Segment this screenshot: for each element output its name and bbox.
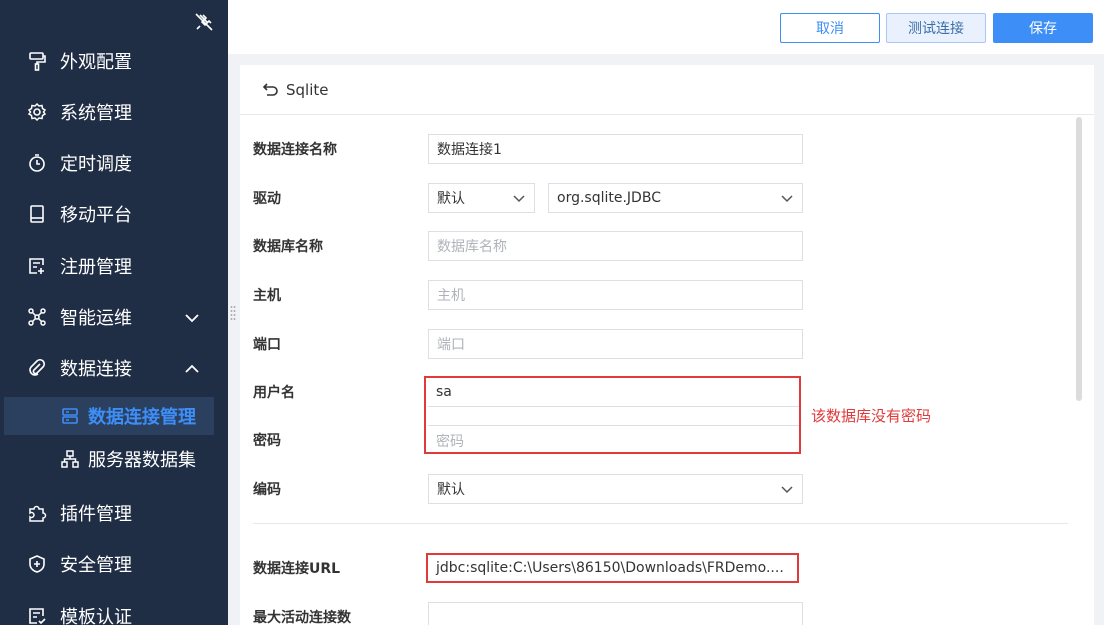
sidebar-item-ops[interactable]: 智能运维 bbox=[0, 297, 228, 337]
driver-mode-select[interactable]: 默认 bbox=[428, 183, 535, 213]
db-name-input[interactable]: 数据库名称 bbox=[428, 231, 803, 261]
host-label: 主机 bbox=[253, 288, 281, 304]
sidebar-item-security[interactable]: 安全管理 bbox=[0, 544, 228, 584]
link-icon bbox=[26, 357, 48, 379]
chevron-up-icon bbox=[185, 364, 199, 373]
paint-roller-icon bbox=[26, 50, 48, 72]
save-button[interactable]: 保存 bbox=[993, 13, 1093, 43]
max-active-input[interactable] bbox=[428, 602, 803, 625]
sidebar: 外观配置 系统管理 定时调度 移动平台 注册管理 智能运维 数据连接 数据连接管… bbox=[0, 0, 228, 625]
connection-form-panel: Sqlite 数据连接名称 数据连接1 驱动 默认 org.sqlite.JDB… bbox=[240, 65, 1094, 625]
driver-label: 驱动 bbox=[253, 191, 281, 207]
password-label: 密码 bbox=[253, 433, 281, 449]
sidebar-item-label: 模板认证 bbox=[60, 607, 132, 625]
resize-handle[interactable] bbox=[230, 305, 236, 321]
panel-header: Sqlite bbox=[240, 65, 1094, 115]
unpin-icon[interactable] bbox=[194, 12, 214, 32]
encoding-label: 编码 bbox=[253, 482, 281, 498]
driver-class-value: org.sqlite.JDBC bbox=[557, 190, 661, 206]
sidebar-item-label: 定时调度 bbox=[60, 154, 132, 175]
sidebar-subitem-label: 服务器数据集 bbox=[88, 450, 196, 471]
max-active-label: 最大活动连接数 bbox=[253, 610, 351, 625]
sidebar-item-label: 移动平台 bbox=[60, 205, 132, 226]
test-connection-button[interactable]: 测试连接 bbox=[886, 13, 986, 43]
url-input[interactable]: jdbc:sqlite:C:\Users\86150\Downloads\FRD… bbox=[426, 553, 799, 583]
sidebar-item-mobile[interactable]: 移动平台 bbox=[0, 194, 228, 234]
stopwatch-icon bbox=[26, 152, 48, 174]
sidebar-item-schedule[interactable]: 定时调度 bbox=[0, 143, 228, 183]
driver-class-select[interactable]: org.sqlite.JDBC bbox=[548, 183, 803, 213]
sidebar-subitem-data-connection-manage[interactable]: 数据连接管理 bbox=[4, 397, 214, 435]
chevron-down-icon bbox=[185, 314, 199, 323]
sidebar-item-template-auth[interactable]: 模板认证 bbox=[0, 596, 228, 625]
driver-mode-value: 默认 bbox=[437, 191, 465, 207]
db-name-label: 数据库名称 bbox=[253, 239, 323, 255]
back-icon[interactable] bbox=[262, 81, 280, 99]
server-dataset-icon bbox=[60, 449, 80, 469]
encoding-select[interactable]: 默认 bbox=[428, 474, 803, 504]
network-icon bbox=[26, 306, 48, 328]
sidebar-item-label: 智能运维 bbox=[60, 308, 132, 329]
port-input[interactable]: 端口 bbox=[428, 329, 803, 359]
sidebar-item-register[interactable]: 注册管理 bbox=[0, 246, 228, 286]
url-label: 数据连接URL bbox=[253, 561, 341, 577]
gear-icon bbox=[26, 101, 48, 123]
conn-name-label: 数据连接名称 bbox=[253, 142, 337, 158]
annotation-no-password: 该数据库没有密码 bbox=[811, 407, 932, 425]
register-icon bbox=[26, 255, 48, 277]
sidebar-item-label: 插件管理 bbox=[60, 504, 132, 525]
panel-title: Sqlite bbox=[286, 80, 329, 99]
host-input[interactable]: 主机 bbox=[428, 280, 803, 310]
sidebar-subitem-label: 数据连接管理 bbox=[88, 407, 196, 428]
highlight-box-credentials bbox=[424, 376, 801, 454]
template-icon bbox=[26, 605, 48, 625]
encoding-value: 默认 bbox=[437, 482, 465, 498]
conn-name-input[interactable]: 数据连接1 bbox=[428, 134, 803, 164]
chevron-down-icon bbox=[513, 195, 525, 203]
sidebar-item-label: 外观配置 bbox=[60, 52, 132, 73]
sidebar-item-appearance[interactable]: 外观配置 bbox=[0, 41, 228, 81]
tablet-icon bbox=[26, 203, 48, 225]
username-label: 用户名 bbox=[253, 385, 295, 401]
sidebar-subitem-server-dataset[interactable]: 服务器数据集 bbox=[0, 440, 228, 478]
puzzle-icon bbox=[26, 502, 48, 524]
sidebar-item-data-connection[interactable]: 数据连接 bbox=[0, 348, 228, 388]
chevron-down-icon bbox=[781, 195, 793, 203]
port-label: 端口 bbox=[253, 337, 281, 353]
sidebar-item-label: 安全管理 bbox=[60, 555, 132, 576]
chevron-down-icon bbox=[781, 486, 793, 494]
sidebar-item-label: 系统管理 bbox=[60, 103, 132, 124]
toolbar: 取消 测试连接 保存 bbox=[228, 0, 1104, 54]
shield-icon bbox=[26, 553, 48, 575]
sidebar-item-plugins[interactable]: 插件管理 bbox=[0, 493, 228, 533]
sidebar-item-label: 数据连接 bbox=[60, 359, 132, 380]
section-divider bbox=[253, 523, 1068, 524]
scrollbar[interactable] bbox=[1076, 117, 1082, 401]
database-icon bbox=[60, 406, 80, 426]
sidebar-item-system[interactable]: 系统管理 bbox=[0, 92, 228, 132]
sidebar-item-label: 注册管理 bbox=[60, 257, 132, 278]
cancel-button[interactable]: 取消 bbox=[780, 13, 880, 43]
